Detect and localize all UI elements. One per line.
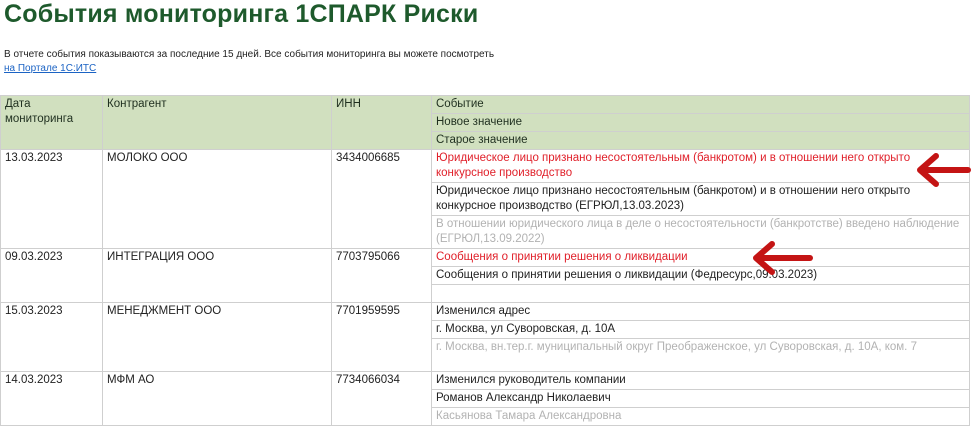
row-event: Сообщения о принятии решения о ликвидаци… — [431, 248, 970, 267]
row-new-value: Юридическое лицо признано несостоятельны… — [431, 182, 970, 216]
row-inn: 3434006685 — [331, 149, 432, 249]
row-inn: 7701959595 — [331, 302, 432, 372]
row-inn: 7703795066 — [331, 248, 432, 303]
table-header: Дата мониторинга Контрагент ИНН Событие … — [0, 95, 970, 150]
row-counterparty: МФМ АО — [102, 371, 332, 426]
row-date: 14.03.2023 — [0, 371, 103, 426]
row-inn: 7734066034 — [331, 371, 432, 426]
header-counterparty: Контрагент — [102, 95, 332, 150]
left-arrow-icon — [917, 153, 971, 187]
row-event: Изменился адрес — [431, 302, 970, 321]
row-counterparty: МОЛОКО ООО — [102, 149, 332, 249]
row-new-value: Романов Александр Николаевич — [431, 389, 970, 408]
row-event: Юридическое лицо признано несостоятельны… — [431, 149, 970, 183]
intro-text: В отчете события показываются за последн… — [4, 48, 494, 76]
left-arrow-icon — [753, 241, 813, 275]
monitoring-events-table: Дата мониторинга Контрагент ИНН Событие … — [0, 95, 970, 426]
row-date: 15.03.2023 — [0, 302, 103, 372]
table-row: 14.03.2023 МФМ АО 7734066034 Изменился р… — [0, 371, 970, 426]
row-old-value: г. Москва, вн.тер.г. муниципальный округ… — [431, 338, 970, 372]
row-event: Изменился руководитель компании — [431, 371, 970, 390]
header-date: Дата мониторинга — [0, 95, 103, 150]
row-old-value: Касьянова Тамара Александровна — [431, 407, 970, 426]
table-row: 15.03.2023 МЕНЕДЖМЕНТ ООО 7701959595 Изм… — [0, 302, 970, 372]
header-event: Событие — [431, 95, 970, 114]
page-title: События мониторинга 1СПАРК Риски — [4, 0, 479, 28]
row-date: 13.03.2023 — [0, 149, 103, 249]
table-row: 09.03.2023 ИНТЕГРАЦИЯ ООО 7703795066 Соо… — [0, 248, 970, 303]
row-new-value: Сообщения о принятии решения о ликвидаци… — [431, 266, 970, 285]
header-inn: ИНН — [331, 95, 432, 150]
intro-description: В отчете события показываются за последн… — [4, 49, 495, 60]
row-date: 09.03.2023 — [0, 248, 103, 303]
header-new-value: Новое значение — [431, 113, 970, 132]
header-old-value: Старое значение — [431, 131, 970, 150]
row-new-value: г. Москва, ул Суворовская, д. 10А — [431, 320, 970, 339]
portal-link[interactable]: на Портале 1С:ИТС — [4, 63, 96, 74]
row-counterparty: ИНТЕГРАЦИЯ ООО — [102, 248, 332, 303]
row-old-value — [431, 284, 970, 303]
row-counterparty: МЕНЕДЖМЕНТ ООО — [102, 302, 332, 372]
row-old-value: В отношении юридического лица в деле о н… — [431, 215, 970, 249]
table-row: 13.03.2023 МОЛОКО ООО 3434006685 Юридиче… — [0, 149, 970, 249]
